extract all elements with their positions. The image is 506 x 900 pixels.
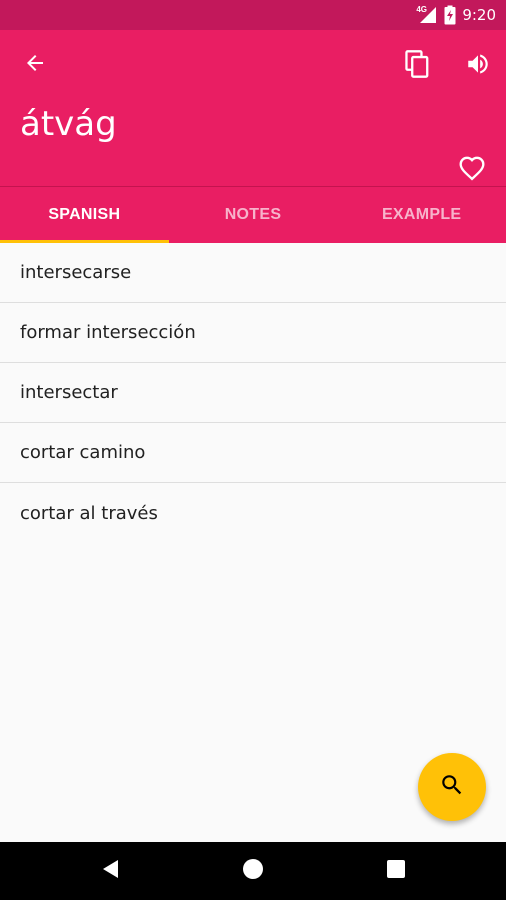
status-icons: 4G 9:20 <box>416 0 496 30</box>
translation-item[interactable]: cortar camino <box>0 423 506 483</box>
arrow-back-icon <box>23 51 47 80</box>
network-type-label: 4G <box>416 5 427 14</box>
tab-example[interactable]: EXAMPLE <box>337 187 506 243</box>
nav-recent-button[interactable] <box>381 856 411 886</box>
tab-spanish[interactable]: SPANISH <box>0 187 169 243</box>
status-bar: 4G 9:20 <box>0 0 506 30</box>
translation-item[interactable]: intersecarse <box>0 243 506 303</box>
system-nav-bar <box>0 842 506 900</box>
volume-icon <box>465 51 491 82</box>
translation-item[interactable]: formar intersección <box>0 303 506 363</box>
search-icon <box>439 772 465 803</box>
status-time: 9:20 <box>462 6 496 24</box>
pronounce-button[interactable] <box>456 48 500 84</box>
battery-charging-icon <box>444 5 456 25</box>
copy-button[interactable] <box>396 48 440 84</box>
back-button[interactable] <box>12 50 58 80</box>
nav-back-button[interactable] <box>96 856 126 886</box>
heart-outline-icon <box>458 155 486 186</box>
favorite-button[interactable] <box>451 154 493 186</box>
nav-home-button[interactable] <box>238 856 268 886</box>
word-header: átvág <box>0 30 506 186</box>
nav-home-icon <box>242 858 264 885</box>
nav-recent-icon <box>386 859 406 884</box>
translation-item[interactable]: cortar al través <box>0 483 506 543</box>
translation-item[interactable]: intersectar <box>0 363 506 423</box>
word-title: átvág <box>20 104 117 144</box>
nav-back-icon <box>100 858 122 885</box>
translation-list: intersecarse formar intersección interse… <box>0 243 506 543</box>
tab-notes[interactable]: NOTES <box>169 187 338 243</box>
search-fab[interactable] <box>418 753 486 821</box>
signal-icon: 4G <box>416 5 438 24</box>
copy-icon <box>404 49 432 84</box>
tab-bar: SPANISH NOTES EXAMPLE <box>0 186 506 243</box>
